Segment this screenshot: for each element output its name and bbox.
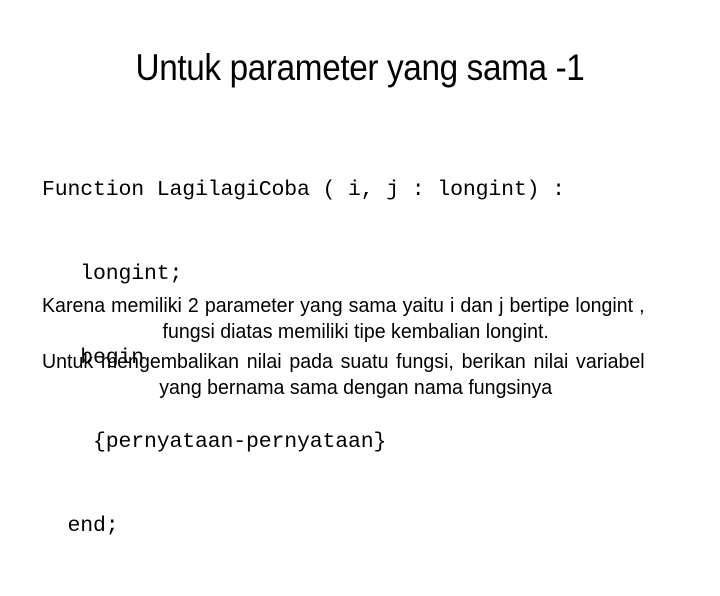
code-line: longint; (42, 262, 183, 286)
page-title: Untuk parameter yang sama -1 (135, 47, 585, 88)
slide-canvas: Untuk parameter yang sama -1 Function La… (0, 0, 720, 540)
body-text-block: Karena memiliki 2 parameter yang sama ya… (42, 293, 673, 401)
code-line: Function LagilagiCoba ( i, j : longint) … (42, 178, 565, 202)
body-paragraph: Karena memiliki 2 parameter yang sama ya… (42, 294, 645, 343)
code-line: {pernyataan-pernyataan} (42, 430, 387, 454)
body-paragraph: Untuk mengembalikan nilai pada suatu fun… (42, 350, 645, 399)
code-line: end; (42, 514, 119, 538)
